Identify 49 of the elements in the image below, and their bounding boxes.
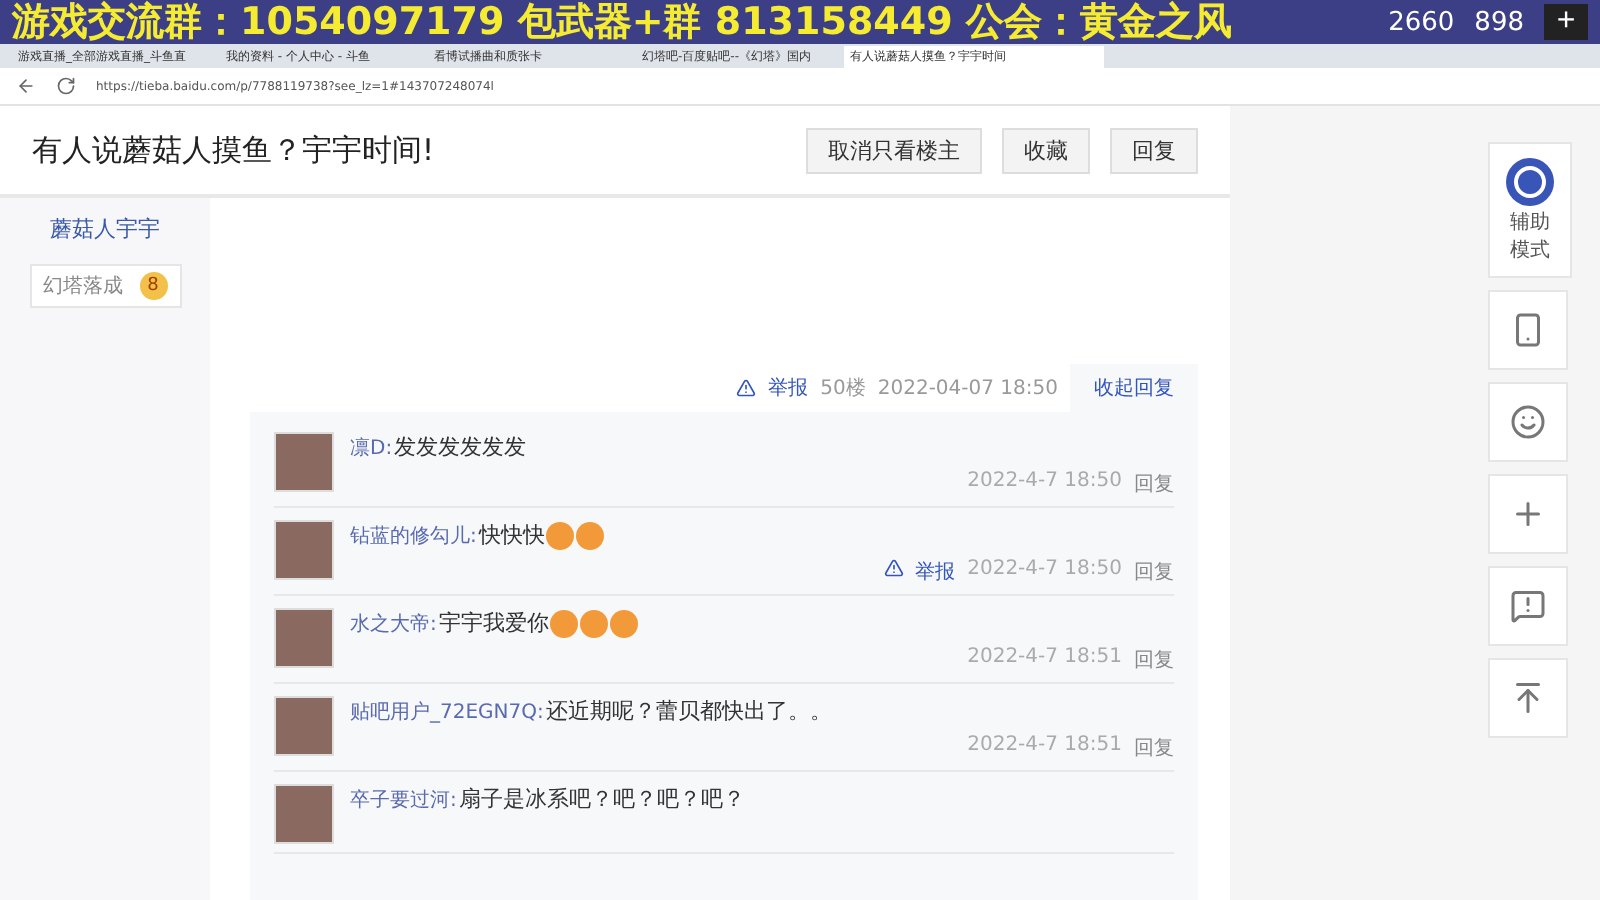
reload-icon[interactable] xyxy=(56,76,76,96)
avatar-placeholder xyxy=(274,432,334,492)
emoji-icon xyxy=(546,521,575,549)
thread-title: 有人说蘑菇人摸鱼？宇宇时间! xyxy=(32,131,437,169)
comment-time: 2022-4-7 18:51 xyxy=(967,646,1122,672)
comment-time: 2022-4-7 18:51 xyxy=(967,734,1122,760)
thread-button[interactable]: 回复 xyxy=(1110,127,1198,173)
feedback-icon[interactable] xyxy=(1488,566,1568,646)
emoji-icon xyxy=(550,609,579,637)
phone-download-icon[interactable] xyxy=(1488,290,1568,370)
comment-time: 2022-4-7 18:50 xyxy=(967,558,1122,584)
avatar-placeholder xyxy=(274,784,334,844)
comment-user[interactable]: 卒子要过河: xyxy=(350,785,457,813)
warning-icon xyxy=(883,558,904,578)
report-link[interactable]: 举报 xyxy=(768,374,809,402)
report-link[interactable]: 举报 xyxy=(915,558,956,586)
overlay-text: 游戏交流群：1054097179 包武器+群 813158449 公会：黄金之风 xyxy=(12,0,1234,48)
floor-number: 50楼 xyxy=(820,375,866,402)
back-to-top-icon[interactable] xyxy=(1488,658,1568,738)
comment-user[interactable]: 钻蓝的修勾儿: xyxy=(350,521,477,549)
comment-text: 发发发发发发 xyxy=(394,432,527,462)
emoji-icon xyxy=(610,609,639,637)
comment-text: 还近期呢？蕾贝都快出了。。 xyxy=(545,696,832,726)
emoji-icon xyxy=(576,521,605,549)
comment-text: 宇宇我爱你 xyxy=(438,608,549,638)
warning-icon xyxy=(736,378,757,398)
comment-text: 快快快 xyxy=(478,520,545,550)
avatar-placeholder xyxy=(274,520,334,580)
badge-text: 幻塔落成 xyxy=(43,273,123,300)
assist-mode-button[interactable]: 辅助模式 xyxy=(1488,142,1572,278)
viewer-count: 898 xyxy=(1474,7,1524,37)
back-icon[interactable] xyxy=(16,76,36,96)
comment-time: 2022-4-7 18:50 xyxy=(967,470,1122,496)
avatar-placeholder xyxy=(274,608,334,668)
thread-button[interactable]: 收藏 xyxy=(1002,127,1090,173)
collapse-replies-tab[interactable]: 收起回复 xyxy=(1070,364,1198,412)
post-time: 2022-04-07 18:50 xyxy=(877,377,1058,399)
add-button[interactable]: + xyxy=(1544,4,1588,40)
viewer-count: 2660 xyxy=(1388,7,1455,37)
avatar-placeholder xyxy=(274,696,334,756)
level-badge: 8 xyxy=(139,272,167,300)
author-name[interactable]: 蘑菇人宇宇 xyxy=(50,214,160,244)
emoji-icon xyxy=(580,609,609,637)
comment-user[interactable]: 水之大帝: xyxy=(350,609,437,637)
assist-label: 辅助模式 xyxy=(1508,209,1552,264)
comment-text: 扇子是冰系吧？吧？吧？吧？ xyxy=(458,784,745,814)
comment-user[interactable]: 贴吧用户_72EGN7Q: xyxy=(350,697,544,725)
thread-button[interactable]: 取消只看楼主 xyxy=(806,127,982,173)
comment-user[interactable]: 凛D: xyxy=(350,433,393,461)
